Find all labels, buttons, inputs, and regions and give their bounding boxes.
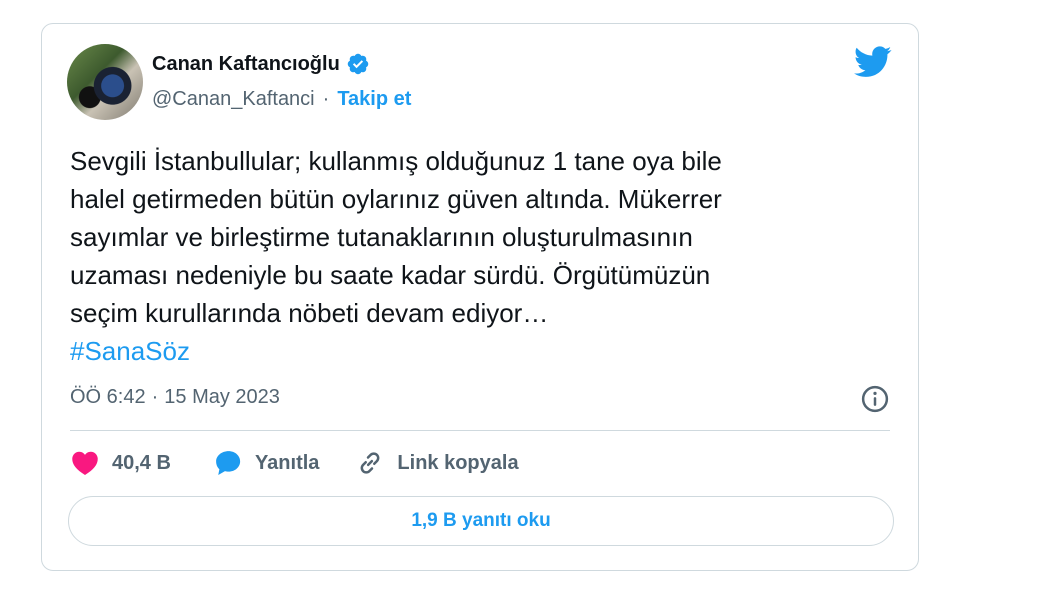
like-button[interactable]: 40,4 B [70, 448, 171, 478]
timestamp-separator: · [151, 386, 159, 408]
separator-dot: · [322, 88, 330, 110]
twitter-logo-icon[interactable] [854, 46, 892, 78]
avatar[interactable] [67, 44, 143, 120]
heart-icon [72, 451, 98, 475]
reply-label: Yanıtla [254, 451, 320, 474]
author-name[interactable]: Canan Kaftancıoğlu [152, 53, 340, 76]
follow-button[interactable]: Takip et [337, 88, 411, 111]
action-bar: 40,4 B Yanıtla Link kopyala [70, 448, 519, 478]
tweet-timestamp[interactable]: ÖÖ 6:42 · 15 May 2023 [70, 386, 280, 409]
copy-link-label: Link kopyala [397, 451, 519, 474]
divider [70, 430, 890, 431]
hashtag-link[interactable]: #SanaSöz [70, 336, 190, 366]
author-handle[interactable]: @Canan_Kaftanci [152, 88, 315, 111]
tweet-body: Sevgili İstanbullular; kullanmış olduğun… [70, 146, 722, 328]
tweet-time: ÖÖ 6:42 [70, 386, 146, 408]
reply-bubble-icon [216, 451, 241, 475]
info-icon[interactable] [860, 384, 890, 414]
author-name-row: Canan Kaftancıoğlu [152, 52, 370, 76]
author-handle-row: @Canan_Kaftanci · Takip et [152, 88, 411, 111]
read-replies-label: 1,9 B yanıtı oku [411, 510, 551, 531]
tweet-text: Sevgili İstanbullular; kullanmış olduğun… [70, 142, 870, 370]
verified-badge-icon [347, 53, 369, 75]
like-count: 40,4 B [112, 451, 171, 474]
read-replies-button[interactable]: 1,9 B yanıtı oku [68, 496, 894, 546]
reply-button[interactable]: Yanıtla [213, 448, 319, 478]
tweet-date: 15 May 2023 [164, 386, 280, 408]
tweet-card: Canan Kaftancıoğlu @Canan_Kaftanci · Tak… [41, 23, 919, 571]
link-icon [361, 452, 380, 474]
copy-link-button[interactable]: Link kopyala [355, 448, 519, 478]
